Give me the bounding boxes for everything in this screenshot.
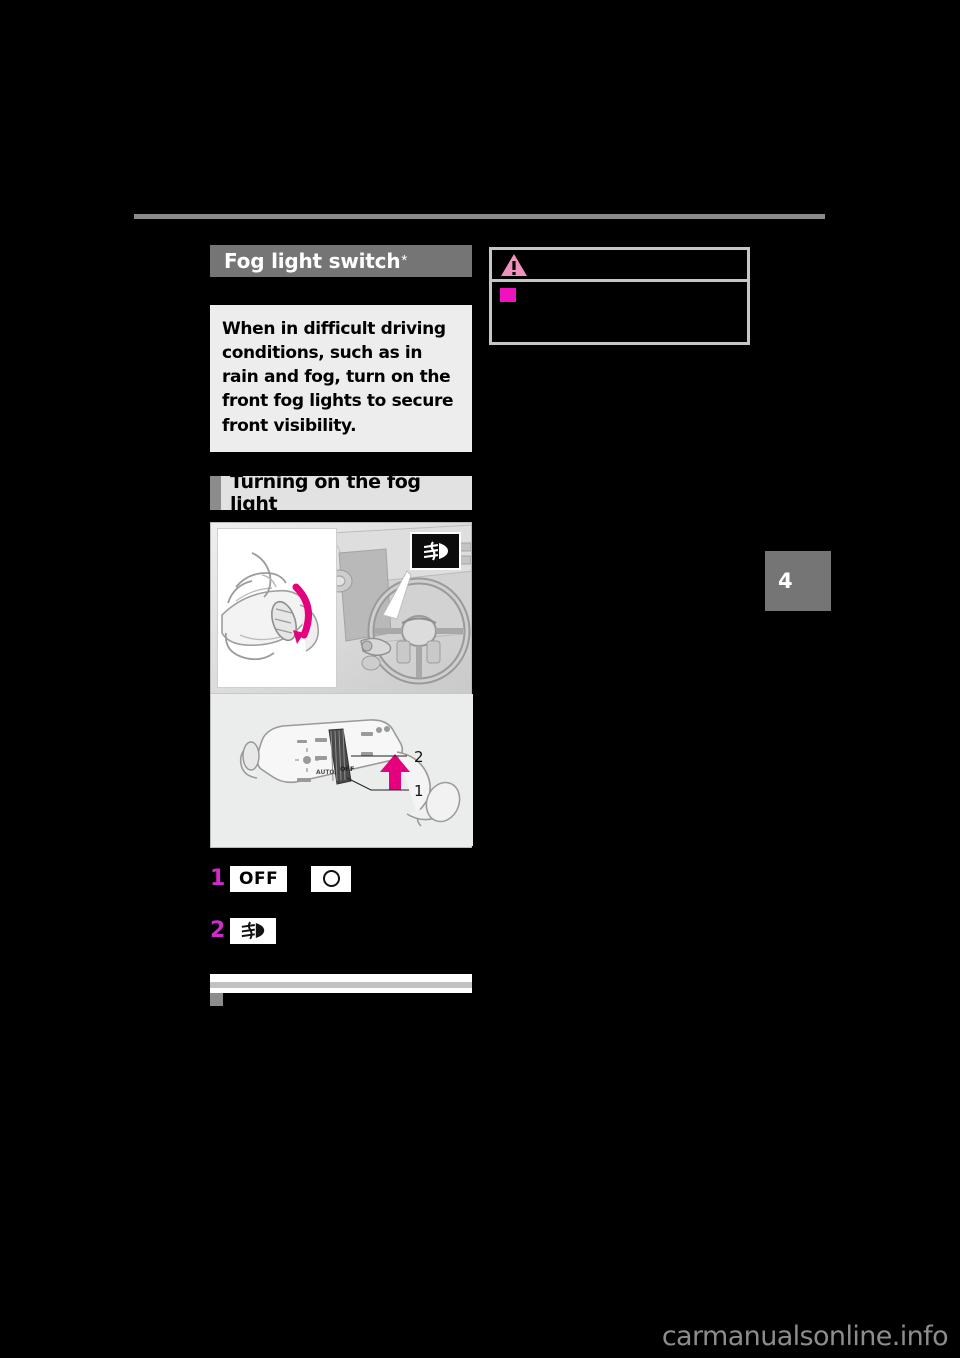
step-item-2: 2 (210, 916, 472, 946)
step-chip-position-light (311, 865, 352, 892)
cutoff-heading-row: Fog light operation (210, 992, 472, 1007)
callout-label-2: 2 (414, 748, 424, 766)
front-fog-light-symbol-icon (241, 921, 265, 940)
bottom-section-cutoff: Fog light operation (210, 973, 472, 1007)
svg-text:OFF: OFF (340, 765, 354, 773)
magenta-square-bullet-icon (500, 288, 516, 302)
step-item-1: 1 OFF (210, 864, 472, 894)
section-subheading: Turning on the fog light (210, 471, 472, 515)
cutoff-heading-marker (210, 992, 223, 1006)
warning-body (492, 282, 747, 342)
steps-list: 1 OFF 2 (210, 864, 472, 946)
subheading-marker (210, 475, 221, 510)
warning-triangle-icon (501, 253, 527, 276)
warning-box (489, 247, 750, 345)
cutoff-spacer-top (210, 973, 472, 982)
chapter-tab[interactable]: 4 (765, 551, 831, 611)
page-title: Fog light switch (224, 249, 401, 273)
step-chip-fog-light (230, 917, 276, 944)
front-fog-light-symbol-icon (423, 540, 448, 561)
manual-page: Fog light switch * When in difficult driv… (0, 0, 960, 1358)
page-title-bar: Fog light switch * (210, 245, 472, 277)
intro-callout-box: When in difficult driving conditions, su… (210, 305, 472, 452)
svg-text:AUTO: AUTO (316, 769, 335, 776)
cutoff-heading-label: Fog light operation (230, 992, 414, 1007)
header-rule (134, 214, 825, 219)
site-watermark: carmanualsonline.info (661, 1321, 949, 1352)
intro-text: When in difficult driving conditions, su… (222, 319, 454, 436)
step-chip-off: OFF (230, 865, 288, 892)
figure-block: AUTO OFF 2 1 (210, 521, 473, 848)
redacted-gap (293, 865, 312, 892)
figure-lever-closeup: AUTO OFF 2 1 (211, 692, 473, 847)
left-column: Fog light switch * When in difficult driv… (210, 245, 473, 1007)
chapter-number: 4 (778, 569, 793, 593)
callout-label-1: 1 (414, 782, 424, 800)
hand-rotating-ring-illustration (218, 528, 334, 685)
warning-header (492, 250, 747, 282)
step-chip-label: OFF (239, 868, 279, 889)
lever-illustration: AUTO OFF 2 1 (211, 693, 473, 846)
step-number: 2 (210, 917, 226, 943)
figure-interior-photo (211, 522, 471, 693)
figure-hand-inset (217, 527, 337, 688)
fog-light-indicator-badge (410, 531, 461, 570)
circle-position-light-symbol-icon (322, 870, 340, 888)
subheading-label: Turning on the fog light (230, 470, 421, 515)
step-number: 1 (210, 865, 226, 891)
